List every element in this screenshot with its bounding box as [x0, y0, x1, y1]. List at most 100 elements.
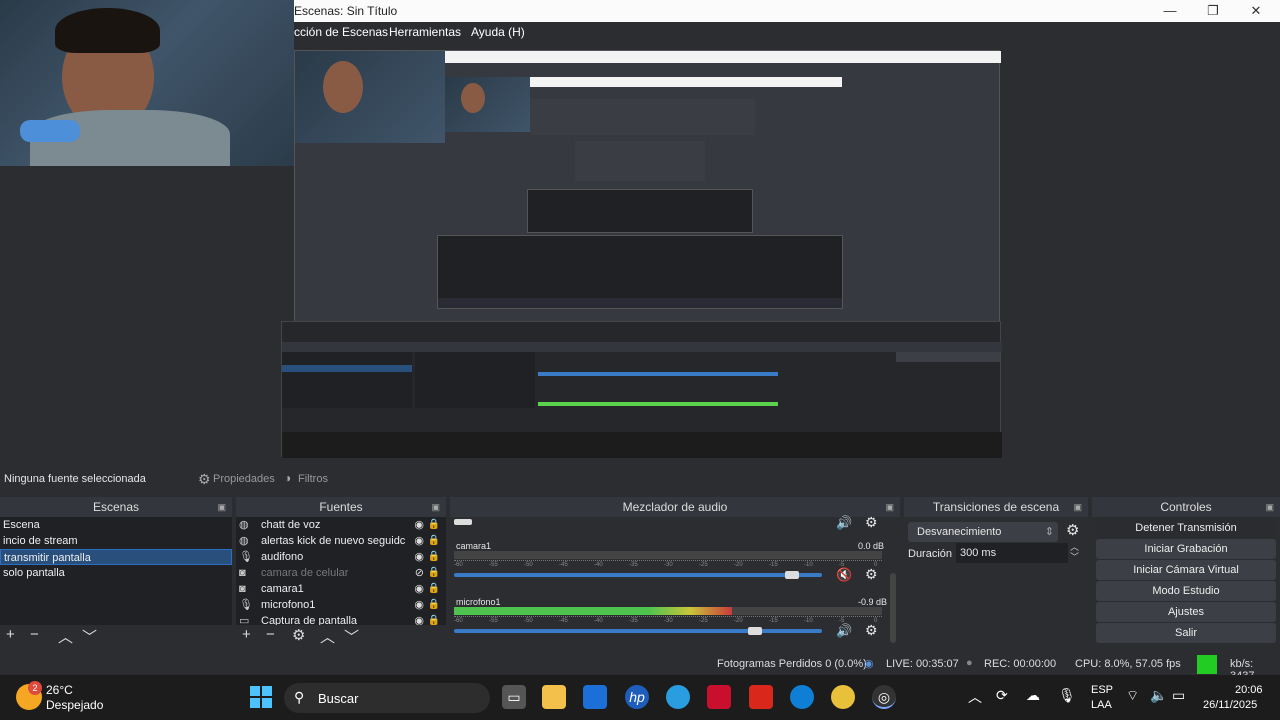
- scale-tick: -55: [489, 618, 498, 624]
- meter-fill: [454, 607, 733, 615]
- source-item[interactable]: ◍ alertas kick de nuevo seguidc ◉ 🔒: [236, 533, 446, 549]
- control-button[interactable]: Iniciar Cámara Virtual: [1096, 560, 1276, 580]
- lock-icon[interactable]: 🔒: [428, 517, 440, 533]
- control-button[interactable]: Ajustes: [1096, 602, 1276, 622]
- muted-speaker-icon[interactable]: 🔇: [836, 567, 852, 583]
- edge-icon[interactable]: [790, 685, 814, 709]
- remove-source-button[interactable]: −: [266, 626, 275, 643]
- volume-slider[interactable]: [454, 573, 822, 577]
- store-icon[interactable]: [583, 685, 607, 709]
- menu-scene-collection[interactable]: cción de Escenas: [294, 25, 388, 39]
- mixer-scroll-knob[interactable]: [454, 519, 472, 525]
- person-hair: [55, 8, 160, 53]
- undock-icon[interactable]: ▣: [1265, 497, 1274, 517]
- lock-icon[interactable]: 🔒: [428, 597, 440, 613]
- control-button[interactable]: Iniciar Grabación: [1096, 539, 1276, 559]
- gear-icon[interactable]: ⚙: [865, 622, 878, 639]
- file-explorer-icon[interactable]: [542, 685, 566, 709]
- move-up-button[interactable]: ︿: [58, 626, 73, 647]
- gear-icon[interactable]: ⚙: [865, 514, 878, 531]
- move-down-button[interactable]: ﹀: [82, 626, 97, 647]
- scene-item[interactable]: Escena: [0, 517, 232, 533]
- eye-hidden-icon[interactable]: ⊘: [415, 565, 424, 581]
- lock-icon[interactable]: 🔒: [428, 533, 440, 549]
- gear-icon[interactable]: ⚙: [1066, 521, 1079, 539]
- clock-date[interactable]: 26/11/2025: [1203, 699, 1257, 711]
- undock-icon[interactable]: ▣: [885, 497, 894, 517]
- eye-icon[interactable]: ◉: [414, 533, 424, 549]
- taskbar-search[interactable]: ⚲ Buscar: [284, 683, 490, 713]
- add-scene-button[interactable]: +: [6, 626, 15, 643]
- maximize-button[interactable]: ❐: [1198, 2, 1228, 20]
- lock-icon[interactable]: 🔒: [428, 565, 440, 581]
- gear-icon[interactable]: ⚙: [865, 566, 878, 583]
- properties-button[interactable]: Propiedades: [213, 473, 275, 485]
- volume-slider[interactable]: [454, 629, 822, 633]
- source-item[interactable]: 🎙 audifono ◉ 🔒: [236, 549, 446, 565]
- mcafee-icon[interactable]: [707, 685, 731, 709]
- scene-item[interactable]: incio de stream: [0, 533, 232, 549]
- app-icon[interactable]: [666, 685, 690, 709]
- filters-button[interactable]: Filtros: [298, 473, 328, 485]
- task-view-icon[interactable]: ▭: [502, 685, 526, 709]
- preview-canvas[interactable]: [0, 0, 1280, 462]
- source-item[interactable]: 🎙 microfono1 ◉ 🔒: [236, 597, 446, 613]
- add-source-button[interactable]: +: [242, 626, 251, 643]
- source-item[interactable]: ▭ Captura de pantalla ◉ 🔒: [236, 613, 446, 625]
- source-item[interactable]: ◙ camara de celular ⊘ 🔒: [236, 565, 446, 581]
- lang-variant[interactable]: LAA: [1091, 699, 1112, 711]
- undock-icon[interactable]: ▣: [1073, 497, 1082, 517]
- windows-start-icon[interactable]: [250, 686, 272, 708]
- mic-icon[interactable]: 🎙: [1058, 687, 1076, 704]
- volume-icon[interactable]: 🔈: [1150, 687, 1167, 704]
- move-up-button[interactable]: ︿: [320, 626, 335, 647]
- lock-icon[interactable]: 🔒: [428, 549, 440, 565]
- source-item[interactable]: ◍ chatt de voz ◉ 🔒: [236, 517, 446, 533]
- volume-knob[interactable]: [785, 571, 800, 579]
- chevron-up-icon[interactable]: ︿: [968, 687, 982, 707]
- duration-input[interactable]: 300 ms: [956, 543, 1068, 563]
- speaker-icon[interactable]: 🔊: [836, 623, 852, 639]
- nested-webcam-2: [445, 77, 530, 132]
- cloud-icon[interactable]: ☁: [1026, 687, 1040, 704]
- undock-icon[interactable]: ▣: [431, 497, 440, 517]
- scale-tick: -20: [734, 562, 743, 568]
- sync-icon[interactable]: ⟳: [996, 687, 1008, 704]
- lock-icon[interactable]: 🔒: [428, 581, 440, 597]
- control-button[interactable]: Modo Estudio: [1096, 581, 1276, 601]
- chrome-icon[interactable]: [831, 685, 855, 709]
- wifi-icon[interactable]: ⌔: [1126, 687, 1139, 705]
- duration-stepper[interactable]: ︿ ﹀: [1070, 542, 1079, 562]
- transition-select[interactable]: Desvanecimiento ⇕: [908, 522, 1058, 542]
- source-settings-button[interactable]: ⚙: [292, 626, 305, 644]
- eye-icon[interactable]: ◉: [414, 517, 424, 533]
- menu-help[interactable]: Ayuda (H): [471, 25, 525, 39]
- eye-icon[interactable]: ◉: [414, 549, 424, 565]
- close-button[interactable]: ✕: [1241, 2, 1271, 20]
- hp-icon[interactable]: hp: [625, 685, 649, 709]
- eye-icon[interactable]: ◉: [414, 597, 424, 613]
- clock-time[interactable]: 20:06: [1235, 684, 1263, 696]
- scene-item[interactable]: solo pantalla: [0, 565, 232, 581]
- battery-icon[interactable]: ▭: [1172, 687, 1185, 704]
- volume-knob[interactable]: [748, 627, 763, 635]
- lang-code[interactable]: ESP: [1091, 684, 1113, 696]
- source-item[interactable]: ◙ camara1 ◉ 🔒: [236, 581, 446, 597]
- eye-icon[interactable]: ◉: [414, 613, 424, 625]
- obs-icon[interactable]: ◎: [872, 685, 896, 709]
- speaker-icon[interactable]: 🔊: [836, 515, 852, 531]
- source-name: chatt de voz: [261, 519, 321, 531]
- menu-tools[interactable]: Herramientas: [389, 25, 461, 39]
- search-icon: ⚲: [294, 689, 305, 705]
- scene-item[interactable]: transmitir pantalla: [0, 549, 232, 565]
- mixer-scrollbar[interactable]: [890, 573, 896, 643]
- control-button[interactable]: Detener Transmisión: [1096, 518, 1276, 538]
- minimize-button[interactable]: —: [1155, 2, 1185, 20]
- control-button[interactable]: Salir: [1096, 623, 1276, 643]
- lock-icon[interactable]: 🔒: [428, 613, 440, 625]
- eye-icon[interactable]: ◉: [414, 581, 424, 597]
- remove-scene-button[interactable]: −: [30, 626, 39, 643]
- undock-icon[interactable]: ▣: [217, 497, 226, 517]
- move-down-button[interactable]: ﹀: [344, 626, 359, 647]
- pdf-icon[interactable]: [749, 685, 773, 709]
